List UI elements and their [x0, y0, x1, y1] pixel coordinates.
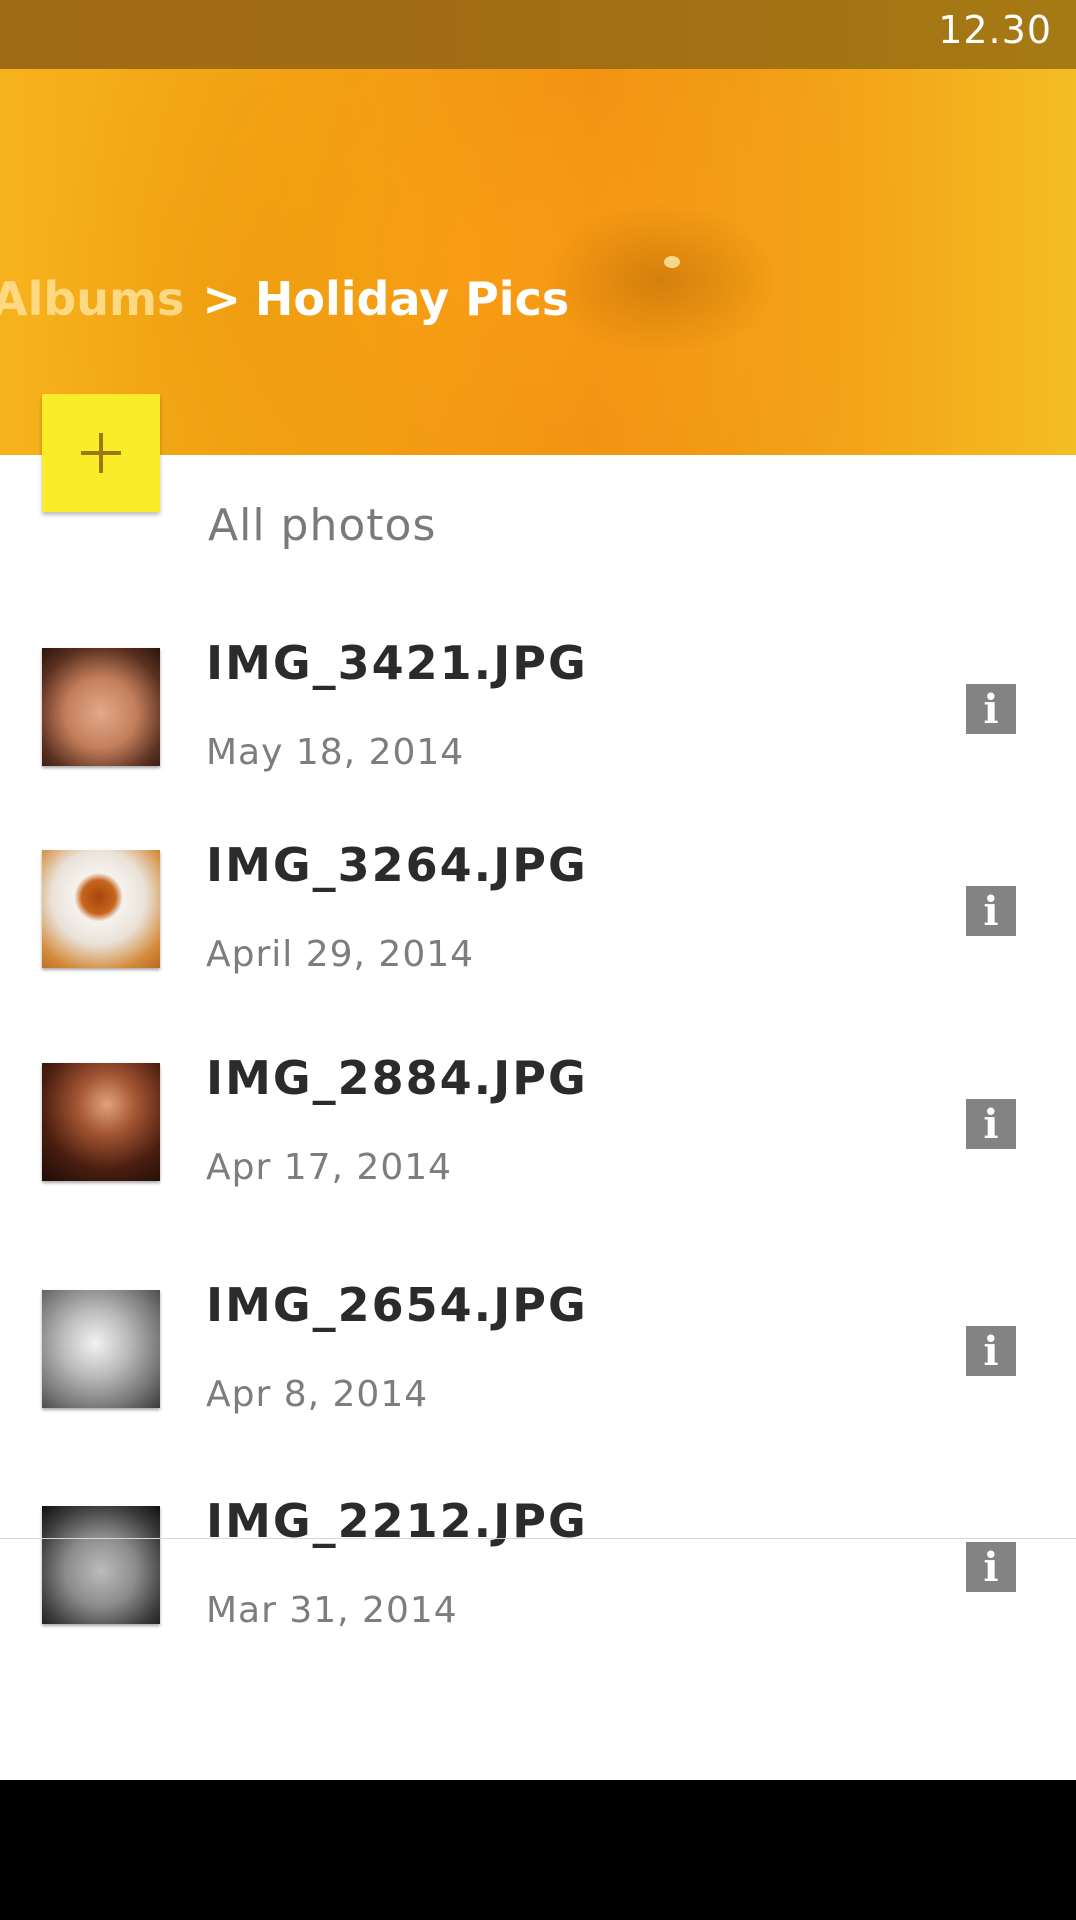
list-item[interactable]: IMG_2654.JPG Apr 8, 2014 i: [0, 1278, 1076, 1430]
photo-thumbnail[interactable]: [42, 1506, 160, 1624]
breadcrumb-separator: >: [202, 272, 241, 326]
header-background-image: [664, 256, 680, 268]
photo-filename: IMG_3264.JPG: [206, 838, 588, 892]
photo-filename: IMG_2654.JPG: [206, 1278, 588, 1332]
info-icon[interactable]: i: [966, 1542, 1016, 1592]
photo-thumbnail[interactable]: [42, 648, 160, 766]
status-clock: 12.30: [938, 8, 1052, 52]
info-icon[interactable]: i: [966, 886, 1016, 936]
plus-icon: [81, 433, 121, 473]
photo-thumbnail[interactable]: [42, 1063, 160, 1181]
list-item[interactable]: IMG_3264.JPG April 29, 2014 i: [0, 838, 1076, 990]
list-item[interactable]: IMG_2212.JPG Mar 31, 2014 i: [0, 1494, 1076, 1646]
page-title: Holiday Pics: [254, 272, 570, 326]
photo-filename: IMG_3421.JPG: [206, 636, 588, 690]
info-icon[interactable]: i: [966, 1326, 1016, 1376]
photo-thumbnail[interactable]: [42, 850, 160, 968]
add-photo-button[interactable]: [42, 394, 160, 512]
photo-date: May 18, 2014: [206, 732, 465, 773]
photo-filename: IMG_2212.JPG: [206, 1494, 588, 1548]
divider: [0, 1538, 1076, 1539]
breadcrumb: Albums > Holiday Pics: [0, 272, 569, 326]
section-title: All photos: [208, 500, 437, 551]
status-bar: 12.30: [0, 0, 1076, 69]
photo-filename: IMG_2884.JPG: [206, 1051, 588, 1105]
info-icon[interactable]: i: [966, 684, 1016, 734]
info-icon[interactable]: i: [966, 1099, 1016, 1149]
photo-date: Apr 17, 2014: [206, 1147, 453, 1188]
photo-thumbnail[interactable]: [42, 1290, 160, 1408]
photo-date: April 29, 2014: [206, 934, 475, 975]
photo-date: Mar 31, 2014: [206, 1590, 458, 1631]
photo-date: Apr 8, 2014: [206, 1374, 429, 1415]
breadcrumb-albums-link[interactable]: Albums: [0, 272, 184, 326]
list-item[interactable]: IMG_2884.JPG Apr 17, 2014 i: [0, 1051, 1076, 1203]
navigation-bar: [0, 1780, 1076, 1920]
list-item[interactable]: IMG_3421.JPG May 18, 2014 i: [0, 636, 1076, 788]
